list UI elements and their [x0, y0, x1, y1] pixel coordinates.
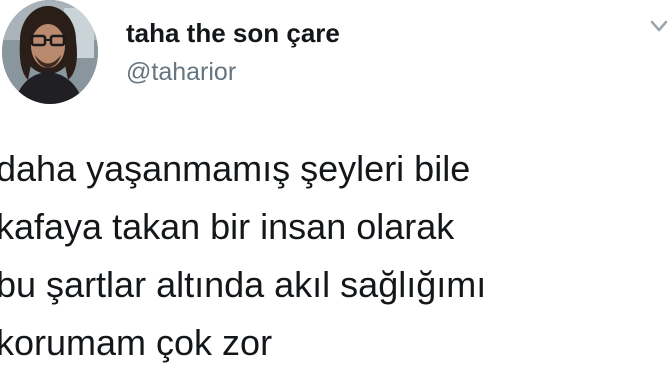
tweet-text-line: korumam çok zor	[0, 322, 273, 363]
tweet-text-line: bu şartlar altında akıl sağlığımı	[0, 264, 487, 305]
avatar-photo	[2, 0, 98, 104]
tweet-text-line: kafaya takan bir insan olarak	[0, 206, 455, 247]
tweet-text-line: daha yaşanmamış şeyleri bile	[0, 148, 471, 189]
user-handle[interactable]: @taharior	[126, 58, 236, 87]
tweet-text: daha yaşanmamış şeyleri bile kafaya taka…	[0, 140, 660, 372]
tweet-card: taha the son çare @taharior daha yaşanma…	[0, 0, 672, 378]
chevron-down-icon[interactable]	[646, 14, 672, 40]
display-name[interactable]: taha the son çare	[126, 18, 340, 49]
avatar[interactable]	[2, 0, 98, 104]
